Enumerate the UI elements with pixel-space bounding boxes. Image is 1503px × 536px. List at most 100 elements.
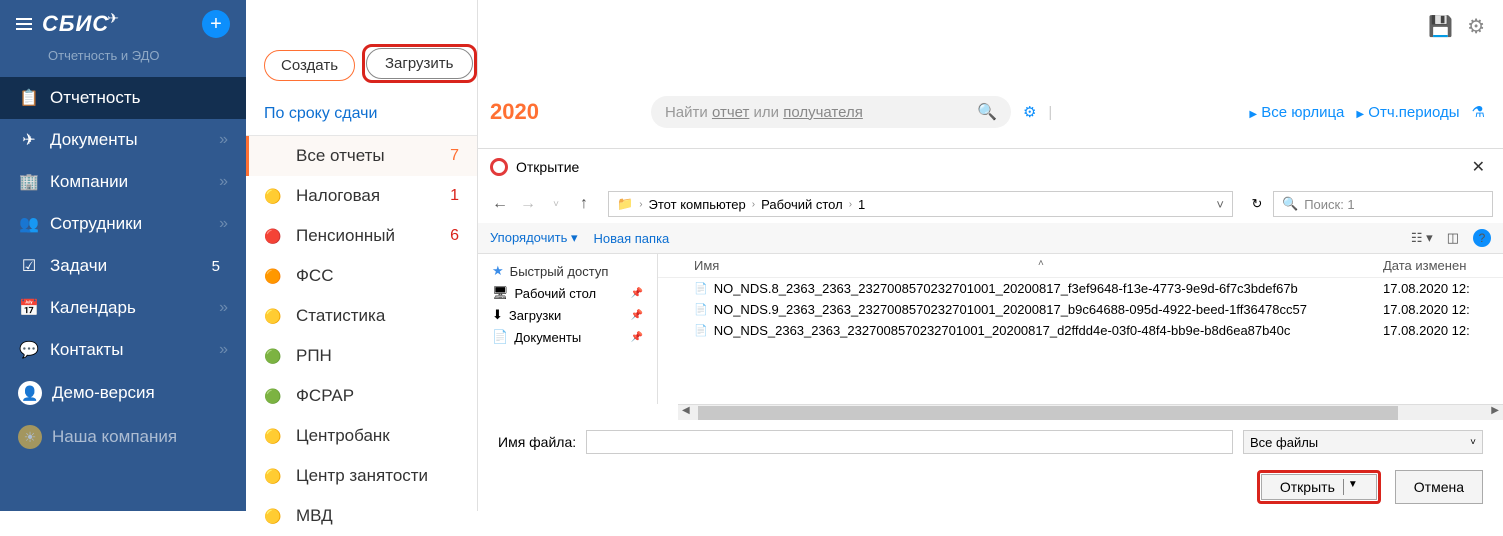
column-date[interactable]: Дата изменен (1383, 258, 1503, 273)
search-icon[interactable]: 🔍 (977, 102, 997, 122)
category-header[interactable]: По сроку сдачи (246, 93, 477, 136)
sidebar-item-Календарь[interactable]: 📅Календарь» (0, 287, 246, 329)
tree-label: Загрузки (509, 308, 561, 323)
refresh-icon[interactable]: ↻ (1245, 196, 1269, 212)
cat-icon: 🔴 (264, 228, 286, 245)
path-dropdown-icon[interactable]: ˅ (1216, 197, 1224, 212)
file-list: ˄ Имя Дата изменен 📄NO_NDS.8_2363_2363_2… (658, 254, 1503, 404)
sidebar-item-Компании[interactable]: 🏢Компании» (0, 161, 246, 203)
add-button[interactable]: + (202, 10, 230, 38)
tree-label: Рабочий стол (515, 286, 597, 301)
category-ФСРАР[interactable]: 🟢ФСРАР (246, 376, 477, 416)
horizontal-scrollbar[interactable]: ◀ ▶ (678, 404, 1503, 420)
demo-label: Демо-версия (52, 383, 155, 403)
category-Налоговая[interactable]: 🟡Налоговая1 (246, 176, 477, 216)
nav-icon: 📅 (18, 298, 40, 318)
tree-item-Рабочий стол[interactable]: 🖥Рабочий стол📌 (486, 282, 649, 304)
open-button[interactable]: Открыть▼ (1261, 474, 1377, 500)
company-icon: ☀ (18, 425, 42, 449)
avatar: 👤 (18, 381, 42, 405)
new-folder-button[interactable]: Новая папка (594, 231, 670, 246)
gear-icon[interactable]: ⚙ (1467, 14, 1485, 39)
search-report-link[interactable]: отчет (712, 104, 749, 121)
cat-count: 1 (450, 187, 459, 205)
sort-arrow-icon: ˄ (1038, 258, 1044, 269)
cat-icon: 🟡 (264, 468, 286, 485)
sidebar-item-Документы[interactable]: ✈Документы» (0, 119, 246, 161)
search-box[interactable]: Найти отчет или получателя 🔍 (651, 96, 1011, 128)
demo-version[interactable]: 👤 Демо-версия (0, 371, 246, 415)
save-icon[interactable]: 💾 (1428, 14, 1453, 39)
periods-link[interactable]: ▶ Отч.периоды (1356, 104, 1459, 121)
category-Центр занятости[interactable]: 🟡Центр занятости (246, 456, 477, 496)
menu-icon[interactable] (16, 18, 32, 30)
recent-icon[interactable]: ˅ (544, 199, 568, 210)
tree-label: Быстрый доступ (510, 264, 609, 279)
tree-item-Документы[interactable]: 📄Документы📌 (486, 326, 649, 348)
path-segment[interactable]: Рабочий стол (761, 197, 843, 212)
search-input[interactable]: 🔍 Поиск: 1 (1273, 191, 1493, 217)
sidebar-item-Задачи[interactable]: ☑Задачи5 (0, 245, 246, 287)
chevron-right-icon: » (219, 215, 228, 233)
cancel-button[interactable]: Отмена (1395, 470, 1483, 504)
cat-label: Статистика (296, 306, 385, 326)
year[interactable]: 2020 (490, 99, 539, 125)
category-Статистика[interactable]: 🟡Статистика (246, 296, 477, 336)
cat-count: 7 (450, 147, 459, 165)
filename-input[interactable] (586, 430, 1233, 454)
filter-icon[interactable]: ⚙ (1023, 103, 1036, 121)
cat-label: Пенсионный (296, 226, 395, 246)
scrollbar-thumb[interactable] (698, 406, 1398, 420)
funnel-icon[interactable]: ⚗ (1472, 103, 1485, 121)
path-bar[interactable]: 📁 › Этот компьютер › Рабочий стол › 1 ˅ (608, 191, 1233, 217)
cat-label: ФСРАР (296, 386, 354, 406)
sidebar-item-Сотрудники[interactable]: 👥 Сотрудники » (0, 203, 246, 245)
chevron-right-icon: » (219, 341, 228, 359)
nav-label: Сотрудники (50, 214, 142, 234)
tree-icon: ★ (492, 263, 504, 279)
nav-icon: 📋 (18, 88, 40, 108)
folder-tree: ★Быстрый доступ🖥Рабочий стол📌⬇Загрузки📌📄… (478, 254, 658, 404)
category-Центробанк[interactable]: 🟡Центробанк (246, 416, 477, 456)
filetype-select[interactable]: Все файлы˅ (1243, 430, 1483, 454)
sidebar-item-Отчетность[interactable]: 📋 Отчетность (0, 77, 246, 119)
path-segment[interactable]: 1 (858, 197, 865, 212)
preview-icon[interactable]: ◫ (1447, 230, 1459, 246)
create-button[interactable]: Создать (264, 50, 355, 81)
nav-icon: 💬 (18, 340, 40, 360)
back-icon[interactable]: ← (488, 195, 512, 213)
view-icon[interactable]: ☷ ▾ (1411, 230, 1433, 246)
category-ФСС[interactable]: 🟠ФСС (246, 256, 477, 296)
nav-label: Контакты (50, 340, 123, 360)
search-recipient-link[interactable]: получателя (783, 104, 863, 121)
category-Все отчеты[interactable]: Все отчеты7 (246, 136, 477, 176)
file-icon: 📄 (694, 324, 708, 337)
cat-count: 6 (450, 227, 459, 245)
tree-item-Быстрый доступ[interactable]: ★ Быстрый доступ (486, 260, 649, 282)
file-icon: 📄 (694, 303, 708, 316)
sort-button[interactable]: Упорядочить ▾ (490, 230, 578, 246)
category-Пенсионный[interactable]: 🔴 Пенсионный 6 (246, 216, 477, 256)
file-row[interactable]: 📄NO_NDS.9_2363_2363_2327008570232701001_… (658, 299, 1503, 320)
close-icon[interactable]: ✕ (1466, 157, 1491, 177)
pin-icon: 📌 (631, 288, 643, 299)
chevron-right-icon: » (219, 173, 228, 191)
tree-item-Загрузки[interactable]: ⬇Загрузки📌 (486, 304, 649, 326)
our-company[interactable]: ☀ Наша компания (0, 415, 246, 459)
category-МВД[interactable]: 🟡МВД (246, 496, 477, 536)
main-area: 💾 ⚙ 2020 Найти отчет или получателя 🔍 ⚙ … (478, 0, 1503, 140)
file-row[interactable]: 📄NO_NDS_2363_2363_2327008570232701001_20… (658, 320, 1503, 341)
load-button[interactable]: Загрузить (366, 48, 473, 79)
category-РПН[interactable]: 🟢РПН (246, 336, 477, 376)
pin-icon: 📌 (631, 310, 643, 321)
help-icon[interactable]: ? (1473, 229, 1491, 247)
sidebar-item-Контакты[interactable]: 💬 Контакты » (0, 329, 246, 371)
up-icon[interactable]: ↑ (572, 195, 596, 213)
sidebar-subtitle: Отчетность и ЭДО (0, 48, 246, 77)
all-legal-link[interactable]: ▶ Все юрлица (1249, 104, 1344, 121)
file-row[interactable]: 📄NO_NDS.8_2363_2363_2327008570232701001_… (658, 278, 1503, 299)
open-button-highlight: Открыть▼ (1257, 470, 1381, 504)
nav-label: Отчетность (50, 88, 141, 108)
path-segment[interactable]: Этот компьютер (649, 197, 746, 212)
nav-icon: 👥 (18, 214, 40, 234)
